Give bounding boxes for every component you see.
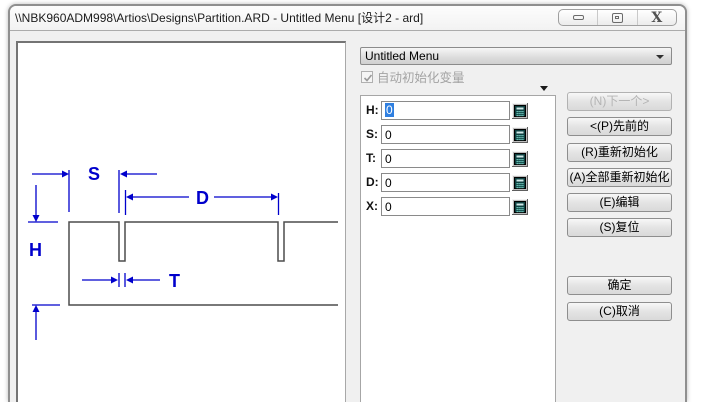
calculator-button-t[interactable] xyxy=(512,151,528,167)
var-label-d: D: xyxy=(366,173,382,192)
window-title: \\NBK960ADM998\Artios\Designs\Partition.… xyxy=(15,6,423,31)
chevron-down-icon xyxy=(656,55,664,59)
var-input-d[interactable] xyxy=(381,173,510,192)
calculator-button-x[interactable] xyxy=(512,199,528,215)
calculator-icon xyxy=(512,151,528,167)
auto-init-checkbox[interactable] xyxy=(361,71,373,83)
dim-label-t: T xyxy=(169,271,180,291)
reset-button[interactable]: (S)复位 xyxy=(567,218,672,237)
var-input-h[interactable]: 0 xyxy=(381,101,510,120)
expand-arrow-icon[interactable] xyxy=(540,86,548,91)
var-input-t[interactable] xyxy=(381,149,510,168)
dialog-window: \\NBK960ADM998\Artios\Designs\Partition.… xyxy=(8,4,687,402)
reinit-button[interactable]: (R)重新初始化 xyxy=(567,143,672,162)
restore-icon xyxy=(612,13,623,23)
auto-init-row: 自动初始化变量 xyxy=(361,70,465,83)
reinit-all-button[interactable]: (A)全部重新初始化 xyxy=(567,168,672,187)
dim-label-h: H xyxy=(29,240,42,260)
screen: \\NBK960ADM998\Artios\Designs\Partition.… xyxy=(0,0,720,402)
titlebar[interactable]: \\NBK960ADM998\Artios\Designs\Partition.… xyxy=(10,6,685,31)
calculator-icon xyxy=(512,127,528,143)
calculator-icon xyxy=(512,199,528,215)
next-button[interactable]: (N)下一个> xyxy=(567,92,672,111)
calculator-button-s[interactable] xyxy=(512,127,528,143)
caption-controls: X xyxy=(558,9,677,26)
dim-label-s: S xyxy=(88,164,100,184)
calculator-icon xyxy=(512,175,528,191)
edit-button[interactable]: (E)编辑 xyxy=(567,193,672,212)
calculator-button-h[interactable] xyxy=(512,103,528,119)
dimension-lines xyxy=(28,170,279,340)
checkmark-icon xyxy=(363,73,373,83)
close-icon: X xyxy=(651,11,662,25)
preview-canvas: S D H T xyxy=(16,41,346,402)
var-label-x: X: xyxy=(366,197,382,216)
var-input-s[interactable] xyxy=(381,125,510,144)
dimension-drawing: S D H T xyxy=(18,43,345,402)
restore-button[interactable] xyxy=(597,10,636,25)
var-label-t: T: xyxy=(366,149,382,168)
menu-dropdown-value: Untitled Menu xyxy=(365,49,439,63)
var-label-s: S: xyxy=(366,125,382,144)
ok-button[interactable]: 确定 xyxy=(567,276,672,295)
partition-outline xyxy=(69,222,338,305)
calculator-icon xyxy=(512,103,528,119)
auto-init-label: 自动初始化变量 xyxy=(377,67,465,86)
selected-text: 0 xyxy=(385,103,394,117)
previous-button[interactable]: <(P)先前的 xyxy=(567,117,672,136)
dim-label-d: D xyxy=(196,188,209,208)
var-input-x[interactable] xyxy=(381,197,510,216)
minimize-icon xyxy=(573,15,584,20)
minimize-button[interactable] xyxy=(559,10,597,25)
close-button[interactable]: X xyxy=(637,10,676,25)
menu-dropdown[interactable]: Untitled Menu xyxy=(360,47,672,65)
var-label-h: H: xyxy=(366,101,382,120)
cancel-button[interactable]: (C)取消 xyxy=(567,302,672,321)
calculator-button-d[interactable] xyxy=(512,175,528,191)
